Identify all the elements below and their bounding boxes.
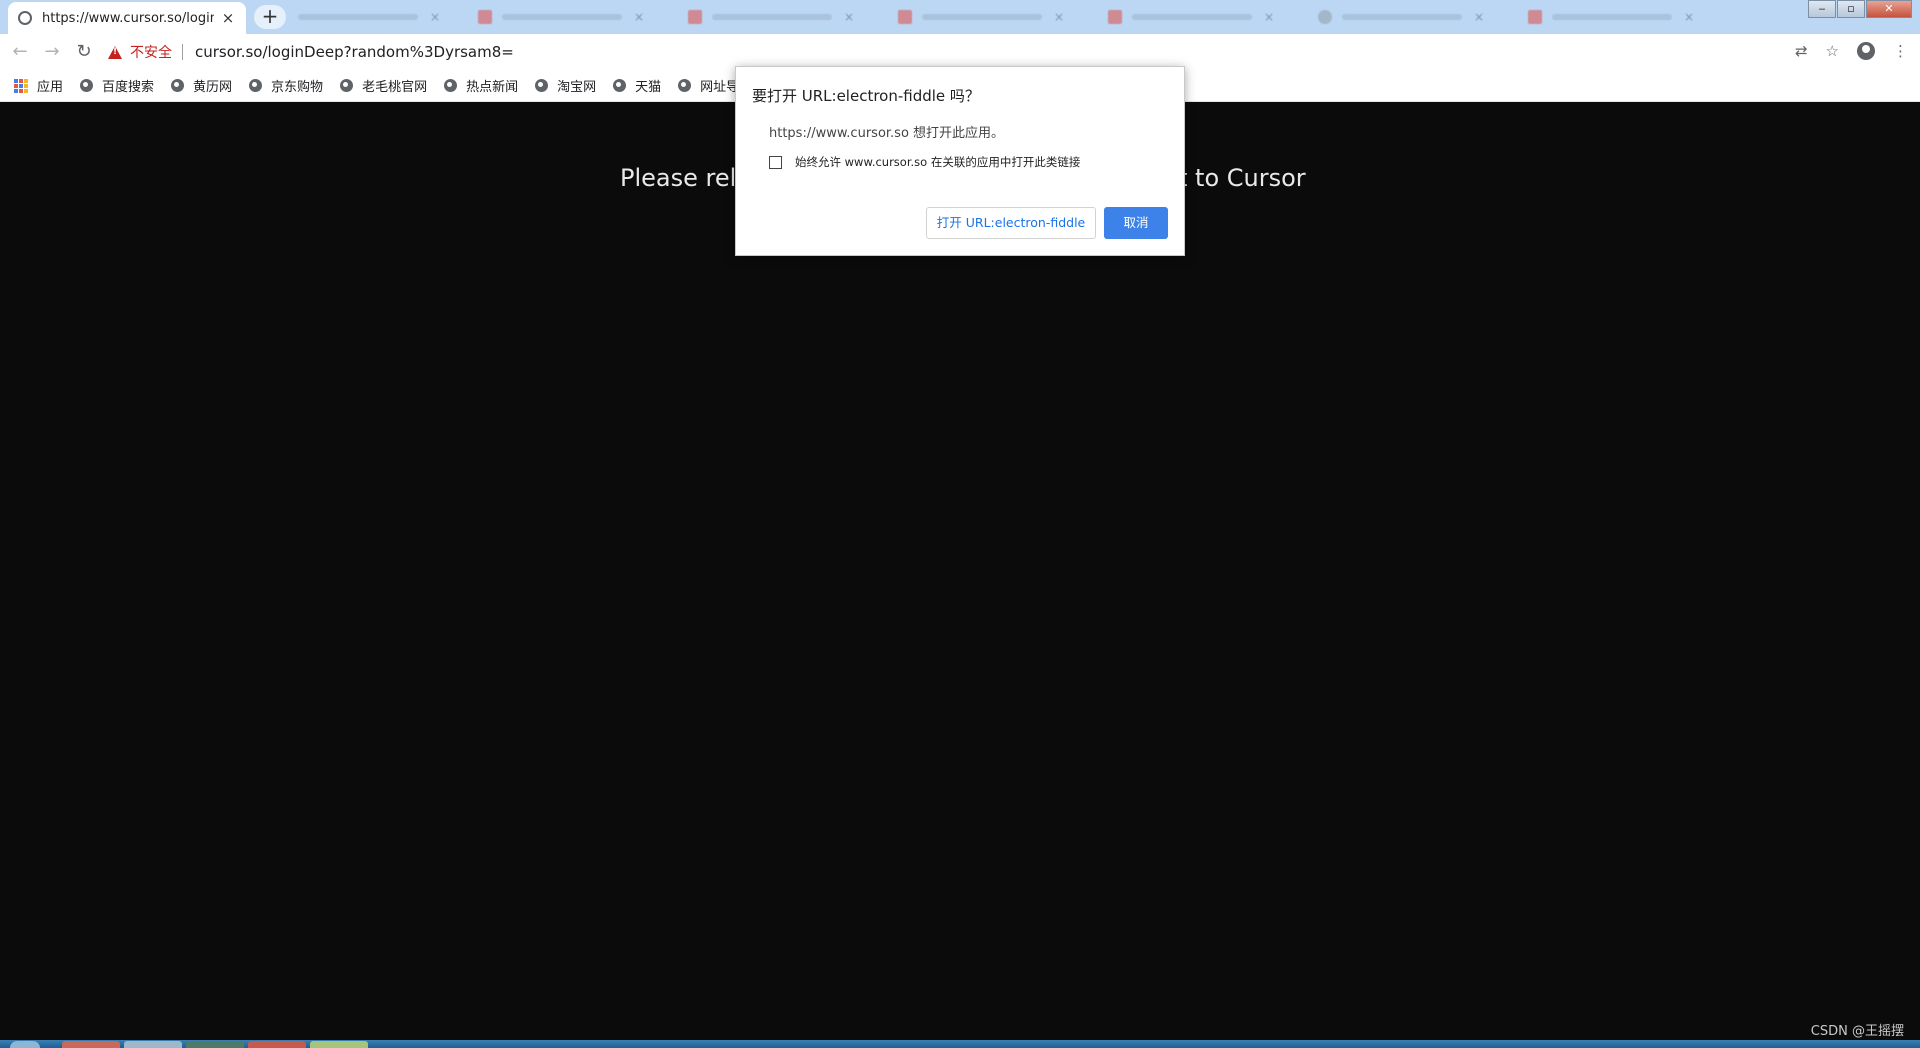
bookmark-label: 老毛桃官网 bbox=[362, 80, 428, 95]
taskbar-item[interactable] bbox=[248, 1041, 306, 1048]
profile-icon[interactable] bbox=[1857, 42, 1875, 60]
tab-title-blurred bbox=[1342, 14, 1462, 20]
bookmark-label: 应用 bbox=[37, 80, 64, 95]
tab-title-blurred bbox=[502, 14, 622, 20]
bookmark-item[interactable]: 京东购物 bbox=[249, 76, 323, 95]
globe-icon bbox=[80, 79, 94, 92]
tab-background[interactable]: × bbox=[890, 4, 1072, 30]
menu-kebab-icon[interactable]: ⋮ bbox=[1893, 42, 1908, 60]
bookmark-label: 热点新闻 bbox=[466, 80, 519, 95]
dialog-message: https://www.cursor.so 想打开此应用。 bbox=[769, 126, 1005, 141]
bookmark-label: 黄历网 bbox=[193, 80, 233, 95]
tab-title-blurred bbox=[298, 14, 418, 20]
globe-icon bbox=[340, 79, 354, 92]
start-button[interactable] bbox=[10, 1041, 40, 1048]
tab-background[interactable]: × bbox=[1310, 4, 1492, 30]
tab-active[interactable]: https://www.cursor.so/loginDe × bbox=[8, 2, 246, 34]
globe-icon bbox=[171, 79, 185, 92]
bookmark-item[interactable]: 黄历网 bbox=[171, 76, 232, 95]
tab-close-icon[interactable]: × bbox=[1684, 10, 1694, 24]
globe-icon bbox=[1318, 10, 1332, 24]
bookmark-label: 淘宝网 bbox=[557, 80, 597, 95]
warning-icon[interactable] bbox=[108, 45, 122, 59]
csdn-favicon-icon bbox=[898, 10, 912, 24]
globe-icon bbox=[535, 79, 549, 92]
always-allow-checkbox[interactable] bbox=[769, 155, 782, 169]
apps-grid-icon bbox=[14, 78, 28, 93]
toolbar-actions: ⇄ ☆ ⋮ bbox=[1777, 42, 1908, 60]
tab-close-icon[interactable]: × bbox=[1264, 10, 1274, 24]
tab-close-icon[interactable]: × bbox=[430, 10, 440, 24]
tab-title: https://www.cursor.so/loginDe bbox=[42, 10, 214, 26]
csdn-favicon-icon bbox=[1108, 10, 1122, 24]
tab-close-icon[interactable]: × bbox=[220, 9, 236, 27]
bookmark-item[interactable]: 天猫 bbox=[613, 76, 661, 95]
minimize-button[interactable]: ‒ bbox=[1808, 0, 1836, 18]
watermark: CSDN @王摇摆 bbox=[1810, 1024, 1904, 1039]
globe-icon bbox=[444, 79, 458, 92]
tab-background[interactable]: × bbox=[680, 4, 862, 30]
tab-title-blurred bbox=[922, 14, 1042, 20]
bookmark-label: 天猫 bbox=[635, 80, 662, 95]
security-label[interactable]: 不安全 bbox=[130, 42, 172, 62]
tab-background[interactable]: × bbox=[1100, 4, 1282, 30]
tab-close-icon[interactable]: × bbox=[1054, 10, 1064, 24]
taskbar-item[interactable] bbox=[310, 1041, 368, 1048]
globe-icon bbox=[249, 79, 263, 92]
open-app-dialog: 要打开 URL:electron-fiddle 吗？ https://www.c… bbox=[735, 66, 1185, 256]
taskbar-item[interactable] bbox=[62, 1041, 120, 1048]
window-controls: ‒ ▫ ✕ bbox=[1807, 0, 1912, 18]
tab-title-blurred bbox=[1552, 14, 1672, 20]
forward-arrow-icon[interactable]: → bbox=[40, 40, 64, 64]
tab-close-icon[interactable]: × bbox=[1474, 10, 1484, 24]
tab-title-blurred bbox=[1132, 14, 1252, 20]
tab-background[interactable]: × bbox=[1520, 4, 1702, 30]
address-bar[interactable]: 不安全 cursor.so/loginDeep?random%3Dyrsam8= bbox=[108, 37, 1788, 67]
star-icon[interactable]: ☆ bbox=[1826, 42, 1839, 60]
tab-title-blurred bbox=[712, 14, 832, 20]
bookmark-label: 百度搜索 bbox=[102, 80, 155, 95]
globe-icon bbox=[18, 11, 32, 25]
csdn-favicon-icon bbox=[478, 10, 492, 24]
tab-strip: https://www.cursor.so/loginDe × + × × × … bbox=[0, 0, 1920, 34]
back-arrow-icon[interactable]: ← bbox=[8, 40, 32, 64]
cancel-button[interactable]: 取消 bbox=[1104, 207, 1168, 239]
bookmark-item[interactable]: 百度搜索 bbox=[80, 76, 154, 95]
csdn-favicon-icon bbox=[688, 10, 702, 24]
globe-icon bbox=[678, 79, 692, 92]
bookmark-label: 京东购物 bbox=[271, 80, 324, 95]
bookmark-item[interactable]: 老毛桃官网 bbox=[340, 76, 427, 95]
globe-icon bbox=[613, 79, 627, 92]
tab-close-icon[interactable]: × bbox=[844, 10, 854, 24]
checkbox-label[interactable]: 始终允许 www.cursor.so 在关联的应用中打开此类链接 bbox=[795, 154, 1080, 170]
dialog-title: 要打开 URL:electron-fiddle 吗？ bbox=[752, 87, 980, 105]
bookmark-item[interactable]: 淘宝网 bbox=[535, 76, 596, 95]
bookmark-apps[interactable]: 应用 bbox=[14, 76, 63, 95]
maximize-button[interactable]: ▫ bbox=[1837, 0, 1865, 18]
browser-toolbar: ← → ↻ 不安全 cursor.so/loginDeep?random%3Dy… bbox=[0, 34, 1920, 70]
taskbar-item[interactable] bbox=[124, 1041, 182, 1048]
reload-icon[interactable]: ↻ bbox=[72, 40, 96, 64]
page-message-continued: t to Cursor bbox=[1178, 164, 1306, 192]
close-window-button[interactable]: ✕ bbox=[1866, 0, 1912, 18]
translate-icon[interactable]: ⇄ bbox=[1795, 42, 1808, 60]
tab-close-icon[interactable]: × bbox=[634, 10, 644, 24]
url-text[interactable]: cursor.so/loginDeep?random%3Dyrsam8= bbox=[195, 43, 514, 61]
bookmark-item[interactable]: 热点新闻 bbox=[444, 76, 518, 95]
page-message: Please relo bbox=[620, 164, 751, 192]
tab-background[interactable]: × bbox=[470, 4, 652, 30]
open-app-button[interactable]: 打开 URL:electron-fiddle bbox=[926, 207, 1096, 239]
tab-background[interactable]: × bbox=[290, 4, 448, 30]
taskbar-item[interactable] bbox=[186, 1041, 244, 1048]
divider bbox=[182, 44, 183, 60]
csdn-favicon-icon bbox=[1528, 10, 1542, 24]
always-allow-option[interactable]: 始终允许 www.cursor.so 在关联的应用中打开此类链接 bbox=[769, 154, 1080, 170]
new-tab-button[interactable]: + bbox=[254, 5, 286, 29]
